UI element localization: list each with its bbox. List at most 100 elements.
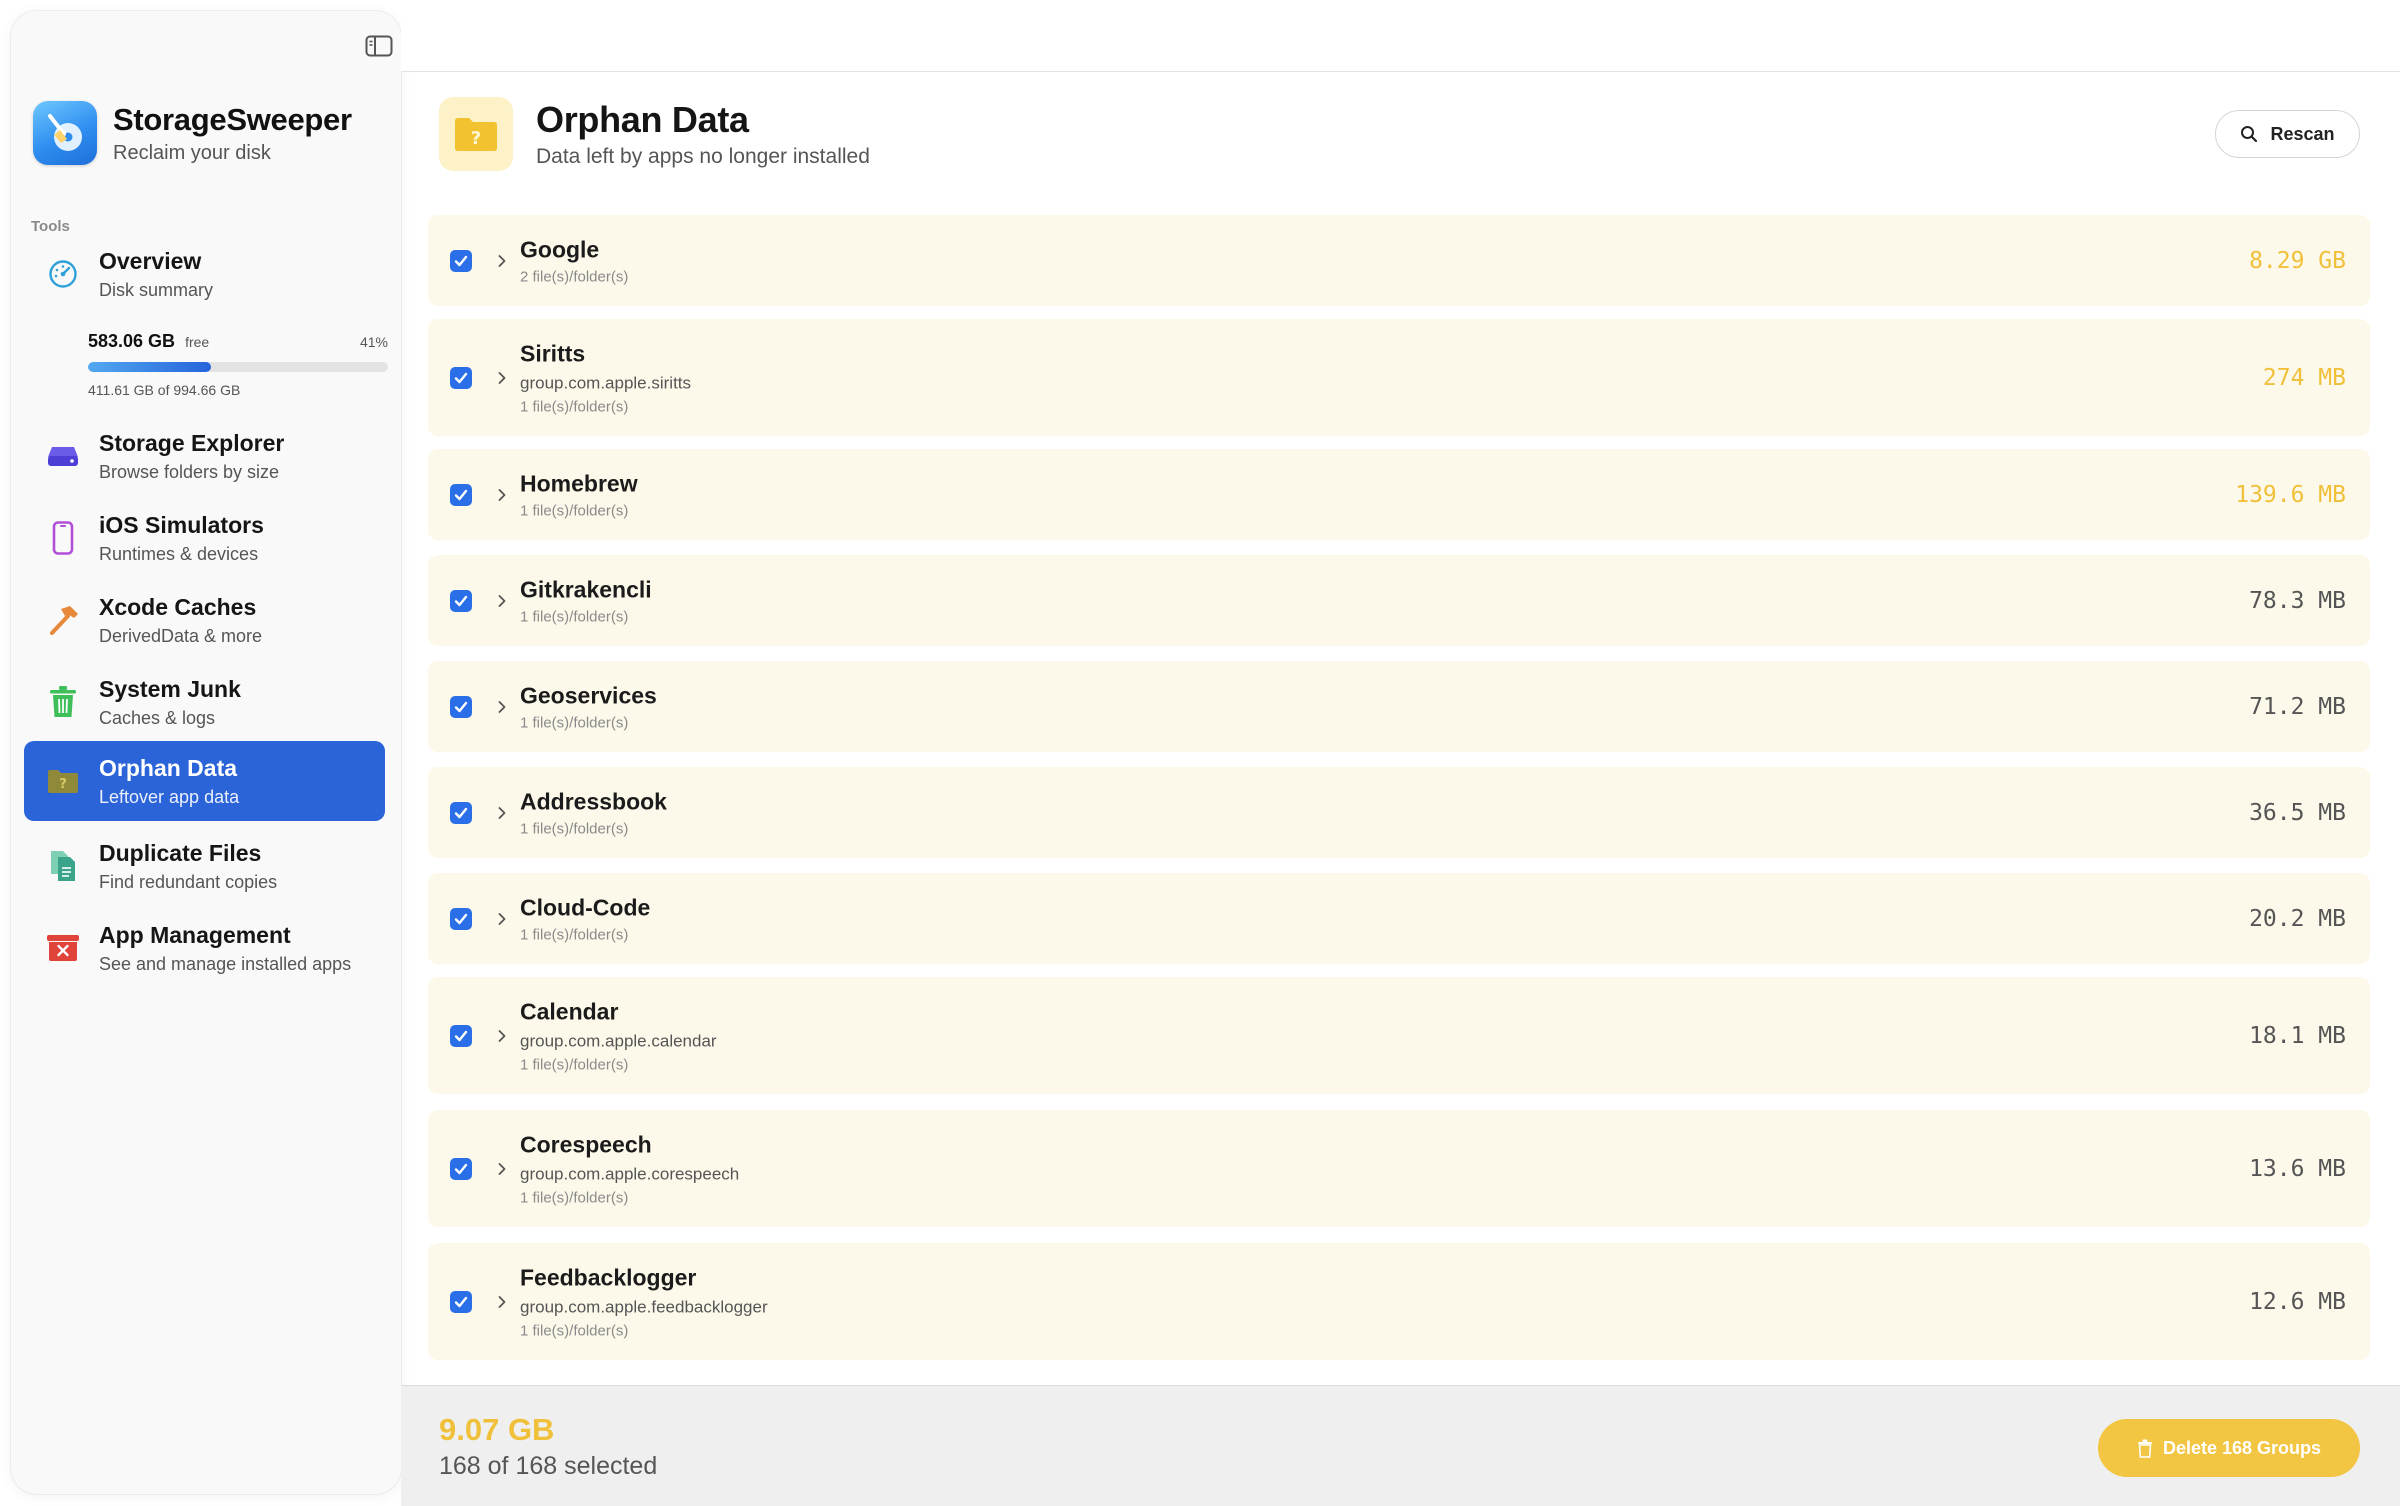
trash-icon [2137,1439,2152,1458]
sidebar-item-subtitle: Browse folders by size [99,461,280,482]
sidebar-item-orphan-data[interactable]: ? Orphan Data Leftover app data [24,741,385,821]
row-expand-chevron[interactable] [494,593,510,609]
question-folder-icon: ? [439,97,513,171]
sidebar-item-title: Duplicate Files [99,839,262,866]
sidebar-toggle-button[interactable] [353,24,405,68]
list-item[interactable]: Gitkrakencli 1 file(s)/folder(s) 78.3 MB [428,555,2370,646]
page-header: ? Orphan Data Data left by apps no longe… [439,97,870,171]
row-expand-chevron[interactable] [494,911,510,927]
disk-drive-icon [43,436,83,476]
sidebar-item-title: iOS Simulators [99,511,264,538]
sidebar-item-overview[interactable]: Overview Disk summary [24,234,385,314]
checkmark-icon [454,701,468,712]
row-checkbox[interactable] [450,366,472,389]
sidebar-item-subtitle: Runtimes & devices [99,543,259,564]
row-expand-chevron[interactable] [494,1161,510,1177]
row-expand-chevron[interactable] [494,370,510,386]
list-item[interactable]: Cloud-Code 1 file(s)/folder(s) 20.2 MB [428,873,2370,964]
sidebar-item-subtitle: Leftover app data [99,786,240,807]
selected-count: 168 of 168 selected [439,1452,658,1480]
chevron-right-icon [498,1029,506,1042]
row-checkbox[interactable] [450,1290,472,1313]
list-item[interactable]: Google 2 file(s)/folder(s) 8.29 GB [428,215,2370,306]
row-checkbox[interactable] [450,249,472,272]
row-count: 1 file(s)/folder(s) [520,502,629,519]
selected-total-size: 9.07 GB [439,1412,555,1447]
row-size: 71.2 MB [2249,693,2346,720]
chevron-right-icon [498,254,506,267]
checkmark-icon [454,1163,468,1174]
row-name: Cloud-Code [520,894,651,920]
row-name: Addressbook [520,788,667,814]
row-name: Siritts [520,340,586,366]
list-item[interactable]: Homebrew 1 file(s)/folder(s) 139.6 MB [428,449,2370,540]
page-subtitle: Data left by apps no longer installed [536,145,870,168]
search-icon [2241,126,2258,143]
sidebar-item-duplicate-files[interactable]: Duplicate Files Find redundant copies [24,826,385,906]
row-name: Homebrew [520,470,638,496]
row-count: 1 file(s)/folder(s) [520,1056,629,1073]
sidebar-item-app-management[interactable]: App Management See and manage installed … [24,908,385,988]
app-title: StorageSweeper [113,101,352,137]
sidebar-item-title: System Junk [99,675,241,702]
sidebar-item-storage-explorer[interactable]: Storage Explorer Browse folders by size [24,416,385,496]
row-size: 8.29 GB [2249,247,2346,274]
row-bundle-id: group.com.apple.feedbacklogger [520,1297,768,1316]
list-item[interactable]: Addressbook 1 file(s)/folder(s) 36.5 MB [428,767,2370,858]
svg-text:?: ? [59,777,67,792]
list-item[interactable]: Corespeech group.com.apple.corespeech 1 … [428,1110,2370,1227]
list-item[interactable]: Siritts group.com.apple.siritts 1 file(s… [428,319,2370,436]
rescan-label: Rescan [2270,123,2335,144]
hammer-icon [43,600,83,640]
row-count: 1 file(s)/folder(s) [520,714,629,731]
chevron-right-icon [498,1295,506,1308]
sidebar-item-ios-simulators[interactable]: iOS Simulators Runtimes & devices [24,498,385,578]
row-name: Google [520,236,600,262]
window-toolbar [401,0,2400,72]
sidebar-item-system-junk[interactable]: System Junk Caches & logs [24,662,385,742]
disk-free-label: free [185,334,210,350]
question-folder-icon: ? [43,761,83,801]
row-checkbox[interactable] [450,695,472,718]
row-checkbox[interactable] [450,589,472,612]
disk-usage-summary: 583.06 GB free 41% 411.61 GB of 994.66 G… [88,331,388,398]
row-count: 1 file(s)/folder(s) [520,1189,629,1206]
checkmark-icon [454,489,468,500]
sidebar-toggle-icon [365,35,393,57]
iphone-icon [43,518,83,558]
delete-groups-label: Delete 168 Groups [2162,1437,2322,1458]
row-expand-chevron[interactable] [494,1294,510,1310]
app-remove-icon [43,928,83,968]
row-checkbox[interactable] [450,483,472,506]
chevron-right-icon [498,806,506,819]
delete-groups-button[interactable]: Delete 168 Groups [2098,1419,2360,1477]
sidebar-item-xcode-caches[interactable]: Xcode Caches DerivedData & more [24,580,385,660]
sidebar-item-title: Storage Explorer [99,429,285,456]
list-item[interactable]: Geoservices 1 file(s)/folder(s) 71.2 MB [428,661,2370,752]
row-size: 36.5 MB [2249,799,2346,826]
row-name: Calendar [520,998,619,1024]
row-expand-chevron[interactable] [494,805,510,821]
row-expand-chevron[interactable] [494,699,510,715]
disk-usage-bar [88,362,388,372]
app-subtitle: Reclaim your disk [113,141,271,164]
brand: StorageSweeper Reclaim your disk [33,101,352,165]
documents-icon [43,846,83,886]
row-checkbox[interactable] [450,907,472,930]
list-item[interactable]: Calendar group.com.apple.calendar 1 file… [428,977,2370,1094]
sidebar-item-title: Orphan Data [99,754,238,781]
row-expand-chevron[interactable] [494,487,510,503]
list-item[interactable]: Feedbacklogger group.com.apple.feedbackl… [428,1243,2370,1360]
row-size: 13.6 MB [2249,1155,2346,1182]
app-logo-icon [33,101,97,165]
row-checkbox[interactable] [450,1157,472,1180]
row-checkbox[interactable] [450,801,472,824]
disk-used-percent: 41% [359,334,388,350]
row-name: Gitkrakencli [520,576,652,602]
rescan-button[interactable]: Rescan [2215,110,2360,158]
row-expand-chevron[interactable] [494,1028,510,1044]
row-expand-chevron[interactable] [494,253,510,269]
row-checkbox[interactable] [450,1024,472,1047]
svg-text:?: ? [471,128,481,149]
checkmark-icon [454,1030,468,1041]
